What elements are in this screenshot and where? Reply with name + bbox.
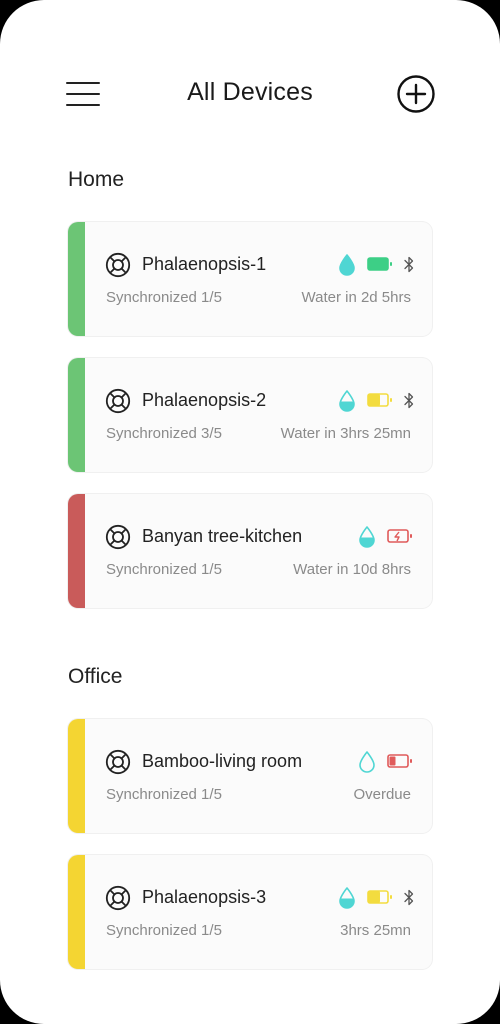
section-title-office: Office <box>68 665 123 688</box>
sync-status: Synchronized 1/5 <box>106 786 222 803</box>
battery-icon <box>387 529 414 543</box>
water-schedule: Water in 10d 8hrs <box>293 561 411 578</box>
status-icons <box>337 389 414 412</box>
header: All Devices <box>0 66 500 122</box>
app-screen: All Devices Home Phalaenopsis-1 Synchroni… <box>0 0 500 1024</box>
status-bar <box>68 222 85 336</box>
battery-icon <box>367 393 394 407</box>
water-schedule: Water in 2d 5hrs <box>301 289 412 306</box>
sync-status: Synchronized 1/5 <box>106 922 222 939</box>
device-card[interactable]: Banyan tree-kitchen Synchronized 1/5 Water… <box>68 494 432 608</box>
sync-status: Synchronized 3/5 <box>106 425 222 442</box>
device-name: Phalaenopsis-3 <box>142 887 267 907</box>
lifebuoy-icon <box>105 885 131 911</box>
status-icons <box>337 886 414 909</box>
lifebuoy-icon <box>105 388 131 414</box>
battery-icon <box>367 890 394 904</box>
water-drop-icon <box>337 253 357 276</box>
battery-icon <box>387 754 414 768</box>
sync-status: Synchronized 1/5 <box>106 561 222 578</box>
status-icons <box>357 750 414 773</box>
water-drop-icon <box>337 886 357 909</box>
lifebuoy-icon <box>105 524 131 550</box>
device-name: Phalaenopsis-1 <box>142 254 267 274</box>
device-name: Banyan tree-kitchen <box>142 526 303 546</box>
device-card[interactable]: Phalaenopsis-1 Synchronized 1/5 Water in 2… <box>68 222 432 336</box>
water-drop-icon <box>337 389 357 412</box>
bluetooth-icon <box>404 889 414 906</box>
bluetooth-icon <box>404 392 414 409</box>
section-title-home: Home <box>68 168 125 191</box>
status-icons <box>337 253 414 276</box>
sync-status: Synchronized 1/5 <box>106 289 222 306</box>
status-bar <box>68 494 85 608</box>
water-drop-icon <box>357 750 377 773</box>
water-drop-icon <box>357 525 377 548</box>
status-bar <box>68 358 85 472</box>
device-card[interactable]: Bamboo-living room Synchronized 1/5 Overdu… <box>68 719 432 833</box>
water-schedule: Overdue <box>353 786 411 803</box>
lifebuoy-icon <box>105 252 131 278</box>
status-icons <box>357 525 414 548</box>
lifebuoy-icon <box>105 749 131 775</box>
device-name: Phalaenopsis-2 <box>142 390 267 410</box>
status-bar <box>68 855 85 969</box>
device-card[interactable]: Phalaenopsis-3 Synchronized 1/5 3hrs 25mn <box>68 855 432 969</box>
device-card[interactable]: Phalaenopsis-2 Synchronized 3/5 Water in 3… <box>68 358 432 472</box>
water-schedule: Water in 3hrs 25mn <box>280 425 411 442</box>
water-schedule: 3hrs 25mn <box>340 922 411 939</box>
battery-icon <box>367 257 394 271</box>
plus-circle-icon[interactable] <box>396 74 436 114</box>
bluetooth-icon <box>404 256 414 273</box>
device-name: Bamboo-living room <box>142 751 303 771</box>
status-bar <box>68 719 85 833</box>
